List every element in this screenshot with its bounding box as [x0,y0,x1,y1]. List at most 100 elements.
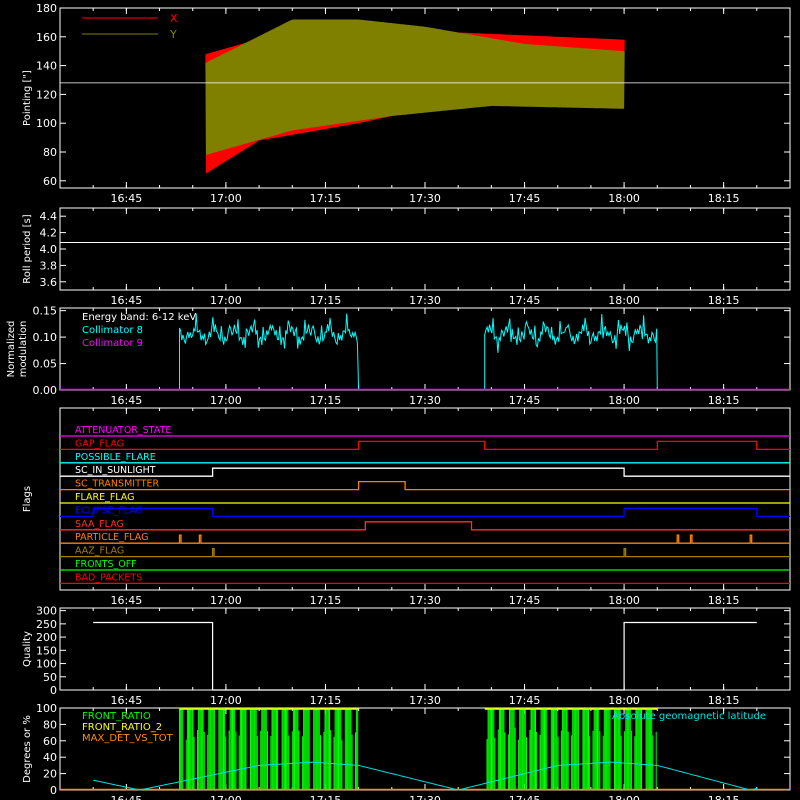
x-tick-label: 18:00 [608,192,640,205]
flag-label: AAZ_FLAG [75,546,124,557]
x-tick-label: 17:45 [509,394,541,407]
y-axis-label: Roll period [s] [22,214,33,283]
hessi-summary-chart: 16:45 17:00 17:15 17:30 17:45 18:00 18:15 60 80 1… [0,0,800,800]
y-tick-label: 3.8 [40,259,58,272]
x-tick-label: 18:00 [608,694,640,707]
flag-label: SC_IN_SUNLIGHT [75,465,156,476]
y-tick-label: 300 [36,605,57,618]
y-axis-label: Flags [22,486,33,512]
y-tick-label: 0 [50,684,57,697]
y-tick-label: 0.15 [33,305,58,318]
x-tick-label: 17:15 [310,694,342,707]
legend-y-label: Y [169,28,177,41]
legend-front-ratio-2: FRONT_RATIO_2 [82,722,162,733]
x-tick-label: 17:30 [409,794,441,800]
x-tick-label: 16:45 [111,794,143,800]
legend-front-ratio: FRONT_RATIO [82,711,151,722]
legend-collimator-9: Collimator 9 [82,338,143,349]
y-tick-label: 150 [36,644,57,657]
y-axis-label: Normalized [6,321,17,378]
x-tick-label: 18:15 [708,394,740,407]
y-tick-label: 0.05 [33,358,58,371]
x-tick-label: 18:15 [708,794,740,800]
flag-label: ATTENUATOR_STATE [75,425,171,436]
y-tick-label: 4.2 [40,227,58,240]
y-tick-label: 40 [43,751,57,764]
y-tick-label: 20 [43,768,57,781]
y-axis-label: Pointing ["] [22,70,33,126]
legend-x-label: X [170,12,178,25]
x-tick-label: 18:00 [608,394,640,407]
x-tick-label: 18:15 [708,294,740,307]
flag-label: SAA_FLAG [75,519,124,530]
flag-label: GAP_FLAG [75,438,124,449]
y-tick-label: 50 [43,671,57,684]
x-tick-label: 16:45 [111,294,143,307]
y-tick-label: 120 [36,88,57,101]
x-tick-label: 17:30 [409,192,441,205]
y-tick-label: 160 [36,31,57,44]
y-tick-label: 60 [43,735,57,748]
x-tick-label: 17:00 [210,294,242,307]
y-axis-label: modulation [18,321,29,378]
y-tick-label: 180 [36,2,57,15]
legend-max-det-vs-tot: MAX_DET_VS_TOT [82,733,174,744]
x-tick-label: 17:00 [210,192,242,205]
x-tick-label: 17:30 [409,694,441,707]
x-tick-label: 17:15 [310,394,342,407]
y-tick-label: 0.00 [33,384,58,397]
geomag-annotation: Absolute geomagnetic latitude [612,711,766,722]
flag-label: SC_TRANSMITTER [75,479,160,490]
x-tick-label: 17:30 [409,594,441,607]
y-axis-label: Degrees or % [22,715,33,783]
y-tick-label: 0 [50,784,57,797]
x-tick-label: 17:00 [210,594,242,607]
y-tick-label: 4.0 [40,243,58,256]
x-tick-label: 16:45 [111,694,143,707]
x-tick-label: 17:00 [210,694,242,707]
x-tick-label: 18:00 [608,294,640,307]
x-tick-label: 18:15 [708,594,740,607]
x-tick-label: 17:15 [310,794,342,800]
y-tick-label: 200 [36,631,57,644]
modulation-annotation: Energy band: 6-12 keV [82,312,196,323]
x-tick-label: 17:15 [310,192,342,205]
y-tick-label: 250 [36,618,57,631]
x-tick-label: 17:30 [409,394,441,407]
y-tick-label: 100 [36,658,57,671]
y-tick-label: 3.6 [40,276,58,289]
y-axis-label: Quality [22,631,33,667]
flag-label: ECLIPSE_FLAG [75,505,143,516]
x-tick-label: 17:30 [409,294,441,307]
y-tick-label: 60 [43,175,57,188]
flag-label: FLARE_FLAG [75,492,135,503]
x-tick-label: 17:00 [210,794,242,800]
x-tick-label: 18:00 [608,794,640,800]
x-tick-label: 17:45 [509,192,541,205]
flag-label: PARTICLE_FLAG [75,532,148,543]
x-tick-label: 17:45 [509,594,541,607]
x-tick-label: 17:45 [509,694,541,707]
y-tick-label: 100 [36,702,57,715]
y-tick-label: 4.4 [40,210,58,223]
x-tick-label: 17:00 [210,394,242,407]
flag-label: POSSIBLE_FLARE [75,452,156,463]
x-tick-label: 17:45 [509,294,541,307]
x-tick-label: 17:15 [310,294,342,307]
x-tick-label: 16:45 [111,594,143,607]
x-tick-label: 16:45 [111,192,143,205]
y-tick-label: 140 [36,60,57,73]
x-tick-label: 18:15 [708,694,740,707]
flag-label: FRONTS_OFF [75,559,137,570]
x-tick-label: 18:00 [608,594,640,607]
x-tick-label: 18:15 [708,192,740,205]
flag-label: BAD_PACKETS [75,572,142,583]
x-tick-label: 17:45 [509,794,541,800]
x-tick-label: 17:15 [310,594,342,607]
y-tick-label: 100 [36,117,57,130]
legend-collimator-8: Collimator 8 [82,325,143,336]
x-tick-label: 16:45 [111,394,143,407]
y-tick-label: 0.10 [33,331,58,344]
y-tick-label: 80 [43,146,57,159]
y-tick-label: 80 [43,718,57,731]
